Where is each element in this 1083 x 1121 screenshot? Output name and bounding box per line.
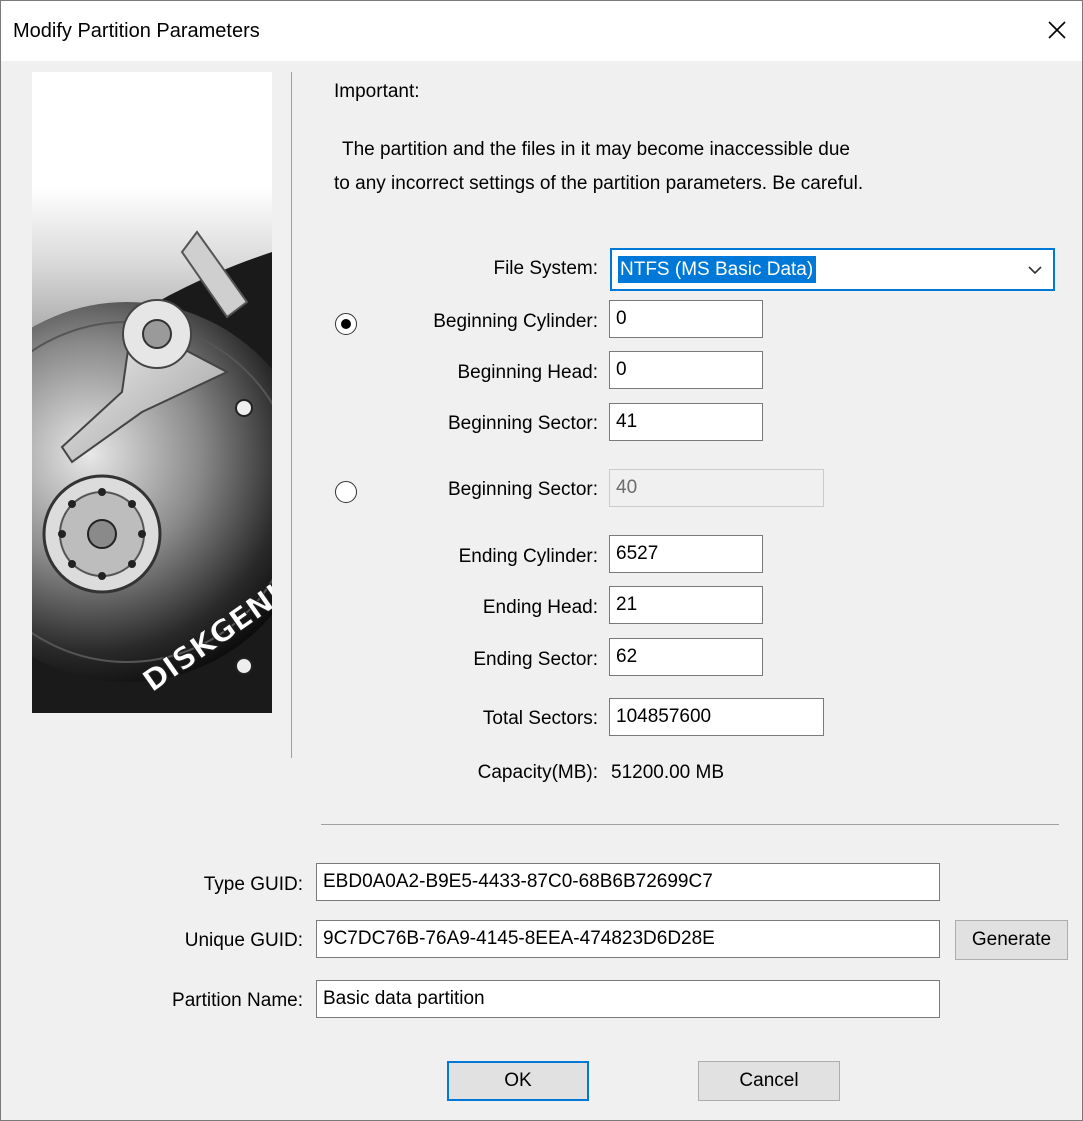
notice-heading: Important: <box>334 81 420 102</box>
lba-start-radio[interactable] <box>335 481 357 503</box>
beginning-head-label: Beginning Head: <box>457 362 599 383</box>
dialog-title: Modify Partition Parameters <box>13 20 260 42</box>
type-guid-input[interactable]: EBD0A0A2-B9E5-4433-87C0-68B6B72699C7 <box>316 863 940 901</box>
beginning-sector-lba-label: Beginning Sector: <box>448 479 598 500</box>
diskgenius-hard-drive-image: DISKGENIUS <box>32 72 272 713</box>
chevron-down-icon <box>1028 266 1042 275</box>
total-sectors-label: Total Sectors: <box>482 708 598 729</box>
ending-cylinder-label: Ending Cylinder: <box>458 546 598 567</box>
partition-name-input[interactable]: Basic data partition <box>316 980 940 1018</box>
capacity-value: 51200.00 MB <box>611 762 725 783</box>
beginning-sector-lba-input[interactable]: 40 <box>609 469 824 507</box>
chs-start-radio[interactable] <box>335 313 357 335</box>
beginning-cylinder-label: Beginning Cylinder: <box>433 311 598 332</box>
beginning-head-input[interactable]: 0 <box>609 351 763 389</box>
ok-button[interactable]: OK <box>447 1061 589 1101</box>
unique-guid-input[interactable]: 9C7DC76B-76A9-4145-8EEA-474823D6D28E <box>316 920 940 958</box>
title-bar: Modify Partition Parameters <box>1 1 1082 61</box>
close-button[interactable] <box>1036 9 1078 51</box>
ending-head-input[interactable]: 21 <box>609 586 763 624</box>
beginning-sector-chs-label: Beginning Sector: <box>448 413 598 434</box>
generate-guid-button[interactable]: Generate <box>955 920 1068 960</box>
type-guid-label: Type GUID: <box>203 874 303 895</box>
ending-sector-label: Ending Sector: <box>473 649 598 670</box>
file-system-select[interactable]: NTFS (MS Basic Data) <box>610 248 1055 291</box>
horizontal-divider <box>321 824 1059 825</box>
notice-line-2: to any incorrect settings of the partiti… <box>334 173 864 194</box>
hard-drive-illustration: DISKGENIUS <box>32 230 272 713</box>
ending-head-label: Ending Head: <box>482 597 598 618</box>
cancel-button[interactable]: Cancel <box>698 1061 840 1101</box>
capacity-label: Capacity(MB): <box>477 762 598 783</box>
close-icon <box>1048 21 1066 39</box>
beginning-sector-chs-input[interactable]: 41 <box>609 403 763 441</box>
partition-name-label: Partition Name: <box>172 990 303 1011</box>
modify-partition-dialog: Modify Partition Parameters DISKGENIUS I… <box>0 0 1083 1121</box>
vertical-divider <box>291 72 292 758</box>
unique-guid-label: Unique GUID: <box>184 930 303 951</box>
ending-cylinder-input[interactable]: 6527 <box>609 535 763 573</box>
notice-line-1: The partition and the files in it may be… <box>342 139 850 160</box>
total-sectors-input[interactable]: 104857600 <box>609 698 824 736</box>
file-system-selected-value: NTFS (MS Basic Data) <box>618 256 817 283</box>
radio-selected-dot <box>340 318 351 329</box>
ending-sector-input[interactable]: 62 <box>609 638 763 676</box>
file-system-label: File System: <box>493 258 598 279</box>
beginning-cylinder-input[interactable]: 0 <box>609 300 763 338</box>
